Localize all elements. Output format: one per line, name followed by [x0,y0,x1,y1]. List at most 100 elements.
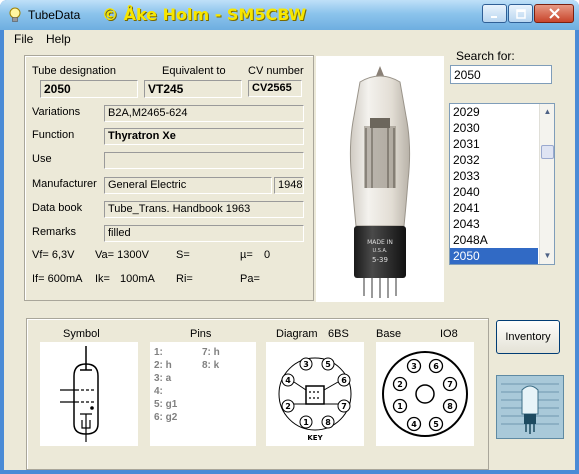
list-item[interactable]: 2030 [450,120,538,136]
mu-label: µ= [240,249,253,261]
pin-entry: 7: h [202,347,220,358]
s-value: S= [176,249,190,261]
tube-photo: MADE IN U.S.A. 5-39 [316,56,444,302]
pin-entry: 2: h [154,360,172,371]
svg-text:3: 3 [303,360,309,369]
tube-designation-field[interactable]: 2050 [40,80,138,98]
ri-value: Ri= [176,273,193,285]
va-value: Va= 1300V [95,249,149,261]
menu-file[interactable]: File [14,32,33,46]
pin-entry: 1: [154,347,163,358]
databook-field[interactable]: Tube_Trans. Handbook 1963 [104,201,304,218]
svg-text:7: 7 [447,380,453,389]
search-label: Search for: [456,49,515,63]
pins-box: 1: 2: h 3: a 4: 5: g1 6: g2 7: h 8: k [150,342,256,446]
maximize-icon [515,8,526,19]
title-bar[interactable]: TubeData © Åke Holm - SM5CBW [0,0,579,30]
pin-entry: 5: g1 [154,399,178,410]
cv-number-field[interactable]: CV2565 [248,80,302,97]
if-value: If= 600mA [32,273,83,285]
mu-value: 0 [264,249,271,261]
search-input[interactable]: 2050 [450,65,552,84]
diagram-key-label: KEY [307,434,323,442]
list-item[interactable]: 2032 [450,152,538,168]
base-socket-icon: 3 6 2 7 1 8 4 5 [382,351,468,437]
tube-list[interactable]: 2029 2030 2031 2032 2033 2040 2041 2043 2048A 205… [449,103,555,265]
variations-label: Variations [32,106,81,118]
function-label: Function [32,129,75,141]
list-item[interactable]: 2033 [450,168,538,184]
menu-bar: File Help [4,30,575,48]
list-item[interactable]: 2031 [450,136,538,152]
diagram-label: Diagram [276,328,318,340]
svg-text:1: 1 [397,402,403,411]
symbol-label: Symbol [63,328,100,340]
pin-entry: 6: g2 [154,412,178,423]
pins-label: Pins [190,328,212,340]
minimize-icon [490,15,497,18]
svg-text:2: 2 [397,380,403,389]
pin-diagram-icon: 4 3 5 6 2 7 1 8 KEY [278,357,352,442]
ik-label: Ik= [95,273,110,285]
svg-text:4: 4 [285,376,291,385]
inventory-button[interactable]: Inventory [496,320,560,354]
manufacturer-field[interactable]: General Electric [104,177,272,194]
year-field[interactable]: 1948 [274,177,304,194]
svg-text:5: 5 [433,420,439,429]
pins-right-column: 7: h 8: k [202,346,220,372]
scroll-thumb[interactable] [541,145,554,159]
base-label: Base [376,328,402,340]
list-item[interactable]: 2040 [450,184,538,200]
client-area: File Help Tube designation 2050 Equivale… [4,30,575,470]
pin-entry: 8: k [202,360,220,371]
remarks-label: Remarks [32,226,77,238]
remarks-field[interactable]: filled [104,225,304,242]
close-button[interactable] [534,4,574,23]
list-scrollbar[interactable]: ▲ ▼ [539,104,554,264]
list-item[interactable]: 2041 [450,200,538,216]
diagram-code: 6BS [328,328,349,340]
svg-text:4: 4 [411,420,417,429]
svg-text:1: 1 [303,418,309,427]
window-title: TubeData [28,8,81,22]
list-item[interactable]: 2029 [450,104,538,120]
svg-text:6: 6 [341,376,347,385]
pa-value: Pa= [240,273,260,285]
cv-number-label: CV number [248,65,304,77]
scroll-down-icon[interactable]: ▼ [541,249,554,263]
lightbulb-icon [9,7,21,22]
svg-text:5: 5 [325,360,331,369]
svg-text:7: 7 [341,402,347,411]
minimize-button[interactable] [482,4,507,23]
app-window: TubeData © Åke Holm - SM5CBW File Help T… [0,0,579,474]
author-credit: © Åke Holm - SM5CBW [102,5,307,24]
menu-help[interactable]: Help [46,32,71,46]
tube-photo-image: MADE IN U.S.A. 5-39 [349,66,411,298]
variations-field[interactable]: B2A,M2465-624 [104,105,304,122]
close-icon [548,8,560,19]
ik-value: 100mA [120,273,155,285]
scroll-up-icon[interactable]: ▲ [541,105,554,119]
function-field[interactable]: Thyratron Xe [104,128,304,145]
pin-entry: 3: a [154,373,172,384]
manufacturer-label: Manufacturer [32,178,97,190]
svg-text:3: 3 [411,362,417,371]
base-box: 3 6 2 7 1 8 4 5 [376,342,474,446]
use-field[interactable] [104,152,304,169]
maximize-button[interactable] [508,4,533,23]
list-item[interactable]: 2050 [450,248,538,264]
tube-print-country: U.S.A. [373,248,388,254]
pin-entry: 4: [154,386,163,397]
list-item[interactable]: 2048A [450,232,538,248]
list-item[interactable]: 2043 [450,216,538,232]
tube-print-code: 5-39 [372,256,388,264]
tube-print-made-in: MADE IN [367,239,393,246]
tube-designation-label: Tube designation [32,65,116,77]
equivalent-field[interactable]: VT245 [144,80,242,98]
base-code: IO8 [440,328,458,340]
svg-text:6: 6 [433,362,439,371]
pins-left-column: 1: 2: h 3: a 4: 5: g1 6: g2 [154,346,177,424]
tube-database-logo [496,375,564,439]
databook-label: Data book [32,202,83,214]
svg-text:8: 8 [325,418,331,427]
